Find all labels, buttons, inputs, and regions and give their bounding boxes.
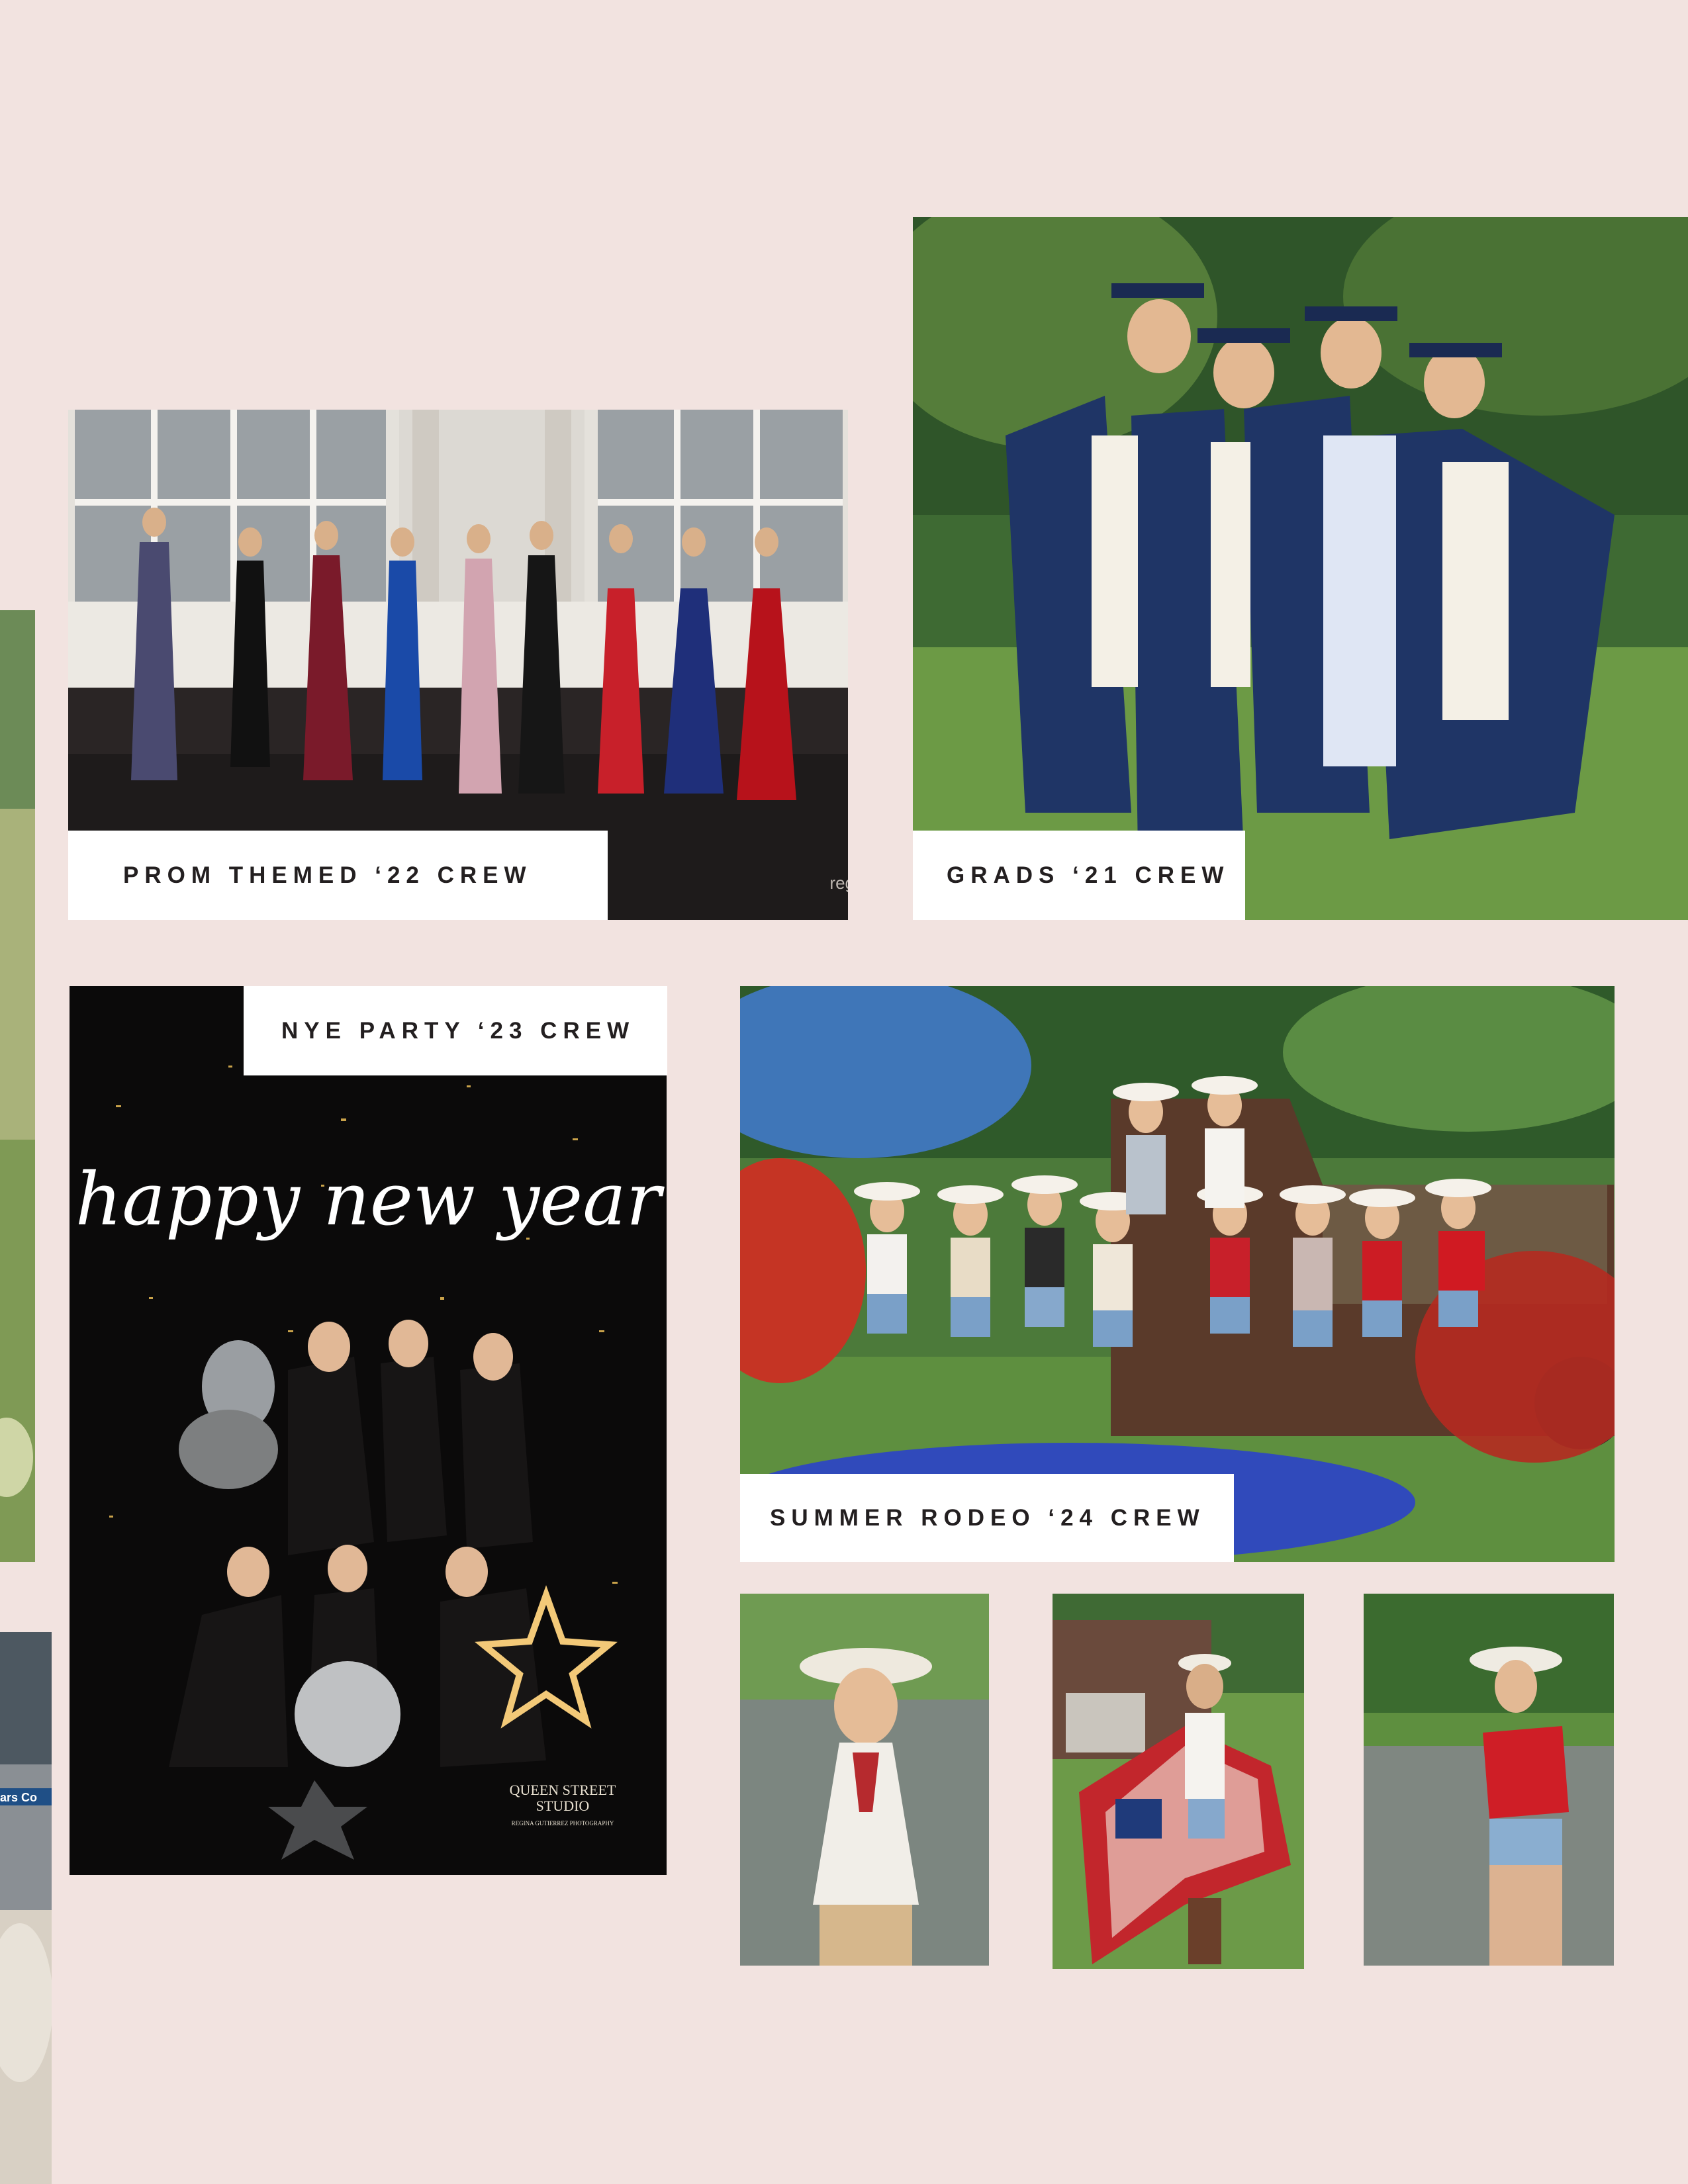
happy-new-year-script: happy new year <box>75 1157 665 1242</box>
prom-gallery-label[interactable]: PROM THEMED ‘22 CREW <box>68 831 608 920</box>
grads-gallery-label[interactable]: GRADS ‘21 CREW <box>913 831 1245 920</box>
nye-gallery-label[interactable]: NYE PARTY ‘23 CREW <box>244 986 667 1075</box>
left-edge-photo-city: ars Co <box>0 1632 52 2184</box>
rodeo-gallery-label[interactable]: SUMMER RODEO ‘24 CREW <box>740 1474 1234 1562</box>
studio-name-line2: STUDIO <box>536 1797 590 1814</box>
nye-photo[interactable]: happy new year QUEEN STREET STUDIO REGIN… <box>70 986 667 1875</box>
rodeo-portrait-2[interactable] <box>1053 1594 1304 1969</box>
studio-credit: REGINA GUTIERREZ PHOTOGRAPHY <box>512 1820 614 1827</box>
sign-text: ars Co <box>0 1791 38 1804</box>
studio-name-line1: QUEEN STREET <box>510 1782 616 1798</box>
left-edge-photo-field <box>0 610 35 1562</box>
photo-watermark: reg <box>829 873 848 893</box>
grads-photo[interactable] <box>913 217 1688 920</box>
rodeo-portrait-3[interactable] <box>1364 1594 1614 1966</box>
rodeo-portrait-1[interactable] <box>740 1594 989 1966</box>
